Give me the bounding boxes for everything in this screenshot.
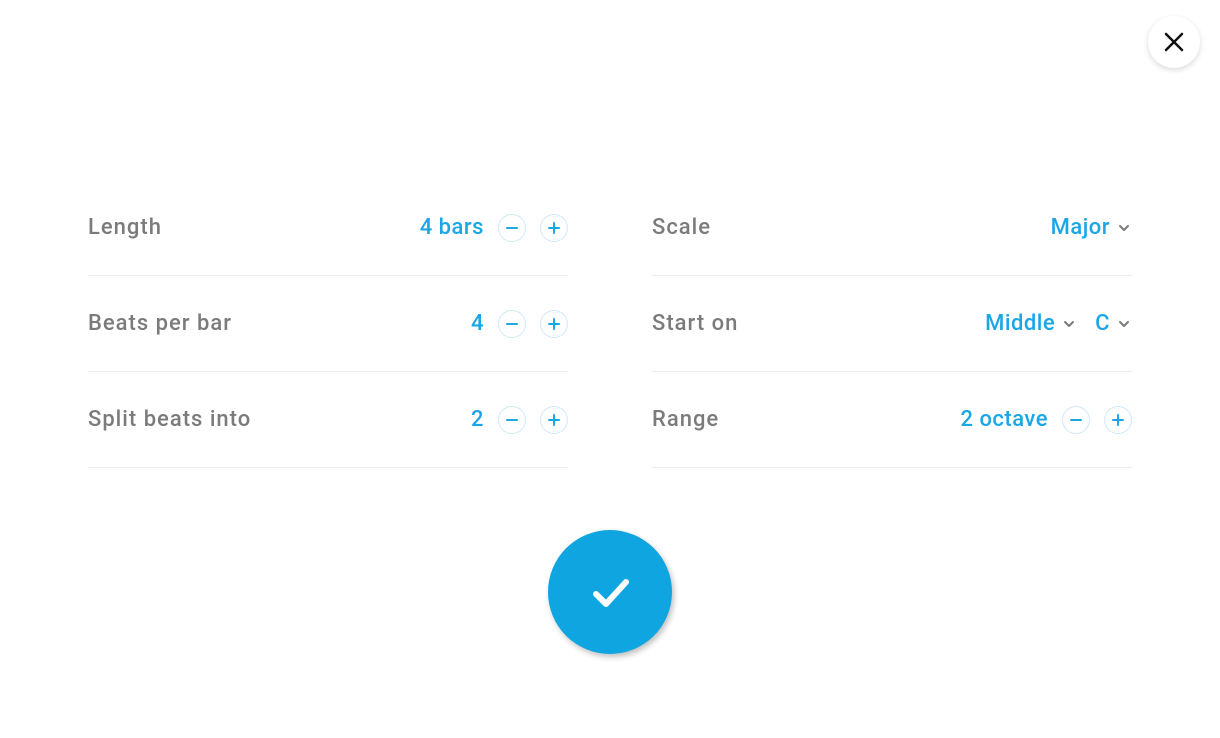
scale-value: Major: [1051, 215, 1110, 240]
start-note-dropdown[interactable]: C: [1095, 311, 1132, 336]
plus-icon: [547, 413, 561, 427]
chevron-down-icon: [1116, 220, 1132, 236]
length-controls: 4 bars: [420, 214, 568, 242]
start-on-label: Start on: [652, 311, 738, 336]
beats-per-bar-controls: 4: [471, 310, 568, 338]
chevron-down-icon: [1116, 316, 1132, 332]
split-beats-label: Split beats into: [88, 407, 251, 432]
split-beats-controls: 2: [471, 406, 568, 434]
range-increment-button[interactable]: [1104, 406, 1132, 434]
scale-label: Scale: [652, 215, 711, 240]
length-row: Length 4 bars: [88, 180, 568, 276]
length-value: 4 bars: [420, 215, 484, 240]
beats-per-bar-decrement-button[interactable]: [498, 310, 526, 338]
confirm-button[interactable]: [548, 530, 672, 654]
start-octave-value: Middle: [985, 311, 1055, 336]
length-label: Length: [88, 215, 162, 240]
range-row: Range 2 octave: [652, 372, 1132, 468]
range-label: Range: [652, 407, 719, 432]
range-value: 2 octave: [960, 407, 1048, 432]
split-beats-row: Split beats into 2: [88, 372, 568, 468]
split-beats-value: 2: [471, 407, 484, 432]
range-decrement-button[interactable]: [1062, 406, 1090, 434]
minus-icon: [505, 413, 519, 427]
length-decrement-button[interactable]: [498, 214, 526, 242]
minus-icon: [505, 221, 519, 235]
start-on-controls: Middle C: [985, 311, 1132, 336]
left-column: Length 4 bars Beats per bar 4: [88, 180, 568, 468]
close-icon: [1163, 31, 1185, 53]
start-note-value: C: [1095, 311, 1110, 336]
check-icon: [582, 564, 638, 620]
beats-per-bar-row: Beats per bar 4: [88, 276, 568, 372]
scale-row: Scale Major: [652, 180, 1132, 276]
plus-icon: [1111, 413, 1125, 427]
chevron-down-icon: [1061, 316, 1077, 332]
start-on-row: Start on Middle C: [652, 276, 1132, 372]
scale-dropdown[interactable]: Major: [1051, 215, 1132, 240]
settings-grid: Length 4 bars Beats per bar 4: [88, 180, 1132, 468]
close-button[interactable]: [1148, 16, 1200, 68]
range-controls: 2 octave: [960, 406, 1132, 434]
beats-per-bar-label: Beats per bar: [88, 311, 232, 336]
minus-icon: [505, 317, 519, 331]
split-beats-increment-button[interactable]: [540, 406, 568, 434]
split-beats-decrement-button[interactable]: [498, 406, 526, 434]
beats-per-bar-value: 4: [471, 311, 484, 336]
minus-icon: [1069, 413, 1083, 427]
length-increment-button[interactable]: [540, 214, 568, 242]
plus-icon: [547, 221, 561, 235]
beats-per-bar-increment-button[interactable]: [540, 310, 568, 338]
plus-icon: [547, 317, 561, 331]
start-octave-dropdown[interactable]: Middle: [985, 311, 1077, 336]
right-column: Scale Major Start on Middle C: [652, 180, 1132, 468]
